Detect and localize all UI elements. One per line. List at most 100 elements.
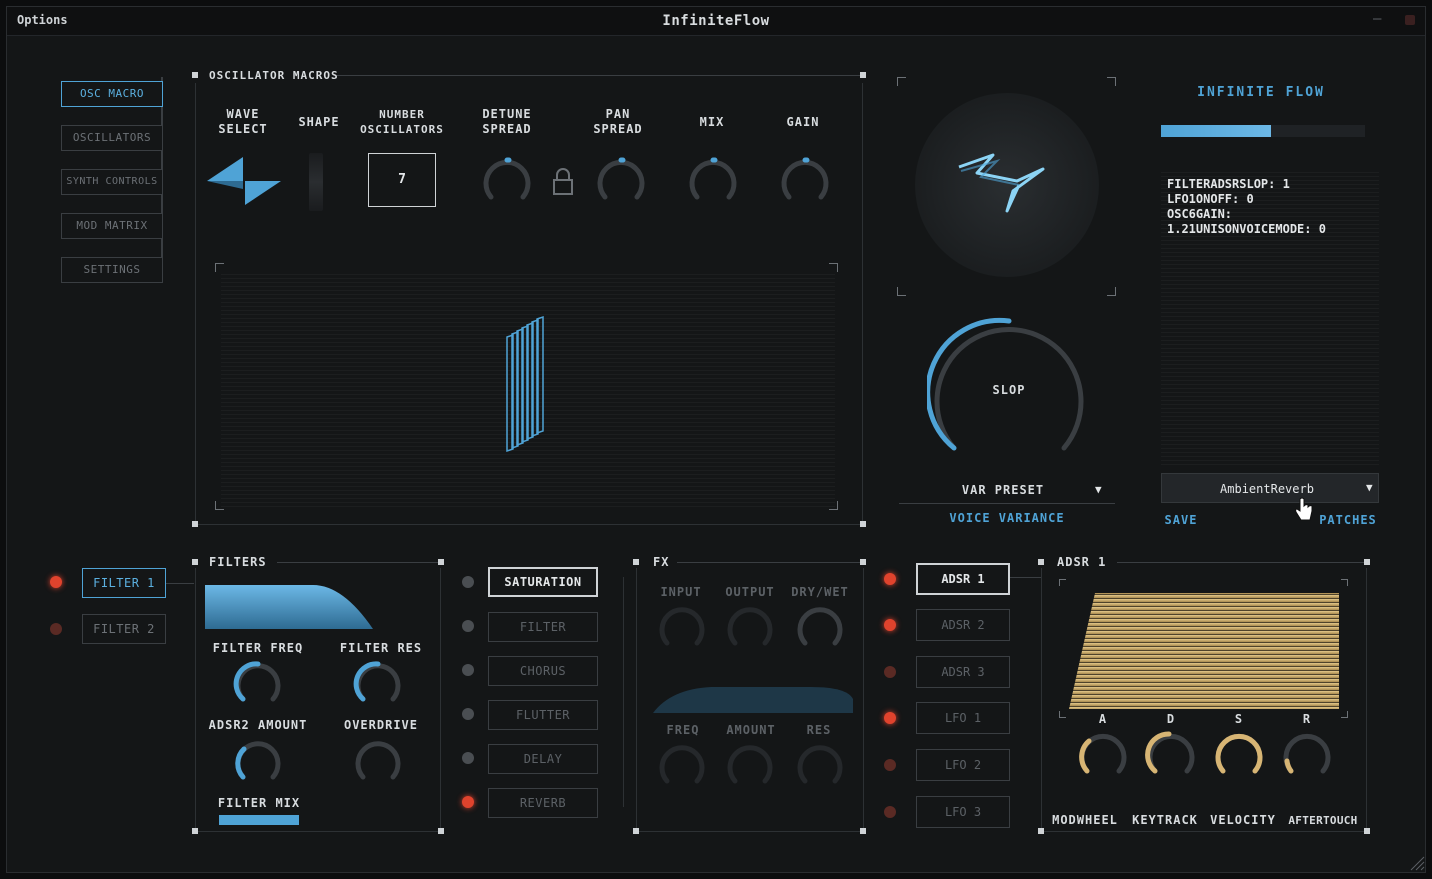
adsr1-led[interactable] bbox=[884, 573, 896, 585]
pan-spread-knob[interactable] bbox=[595, 155, 647, 207]
number-oscillators-box[interactable]: 7 bbox=[368, 153, 436, 207]
attack-knob[interactable] bbox=[1077, 729, 1129, 781]
keytrack-label[interactable]: KEYTRACK bbox=[1129, 813, 1201, 828]
filter1-tab[interactable]: FILTER 1 bbox=[82, 568, 166, 598]
fx-freq-label: FREQ bbox=[666, 723, 700, 737]
mix-knob[interactable] bbox=[687, 155, 739, 207]
adsr-tab-lfo3[interactable]: LFO 3 bbox=[916, 796, 1010, 828]
fx-tab-delay[interactable]: DELAY bbox=[488, 744, 598, 774]
fx-tab-saturation[interactable]: SATURATION bbox=[488, 567, 598, 597]
wave-select-icon[interactable] bbox=[205, 155, 285, 207]
chorus-led[interactable] bbox=[462, 664, 474, 676]
chevron-down-icon: ▼ bbox=[1366, 481, 1373, 494]
adsr3-led[interactable] bbox=[884, 666, 896, 678]
filter-mix-slider[interactable] bbox=[219, 815, 299, 825]
fx-res-label: RES bbox=[806, 723, 832, 737]
pan-spread-label: PAN SPREAD bbox=[593, 107, 643, 136]
release-knob[interactable] bbox=[1281, 729, 1333, 781]
nav-oscillators[interactable]: OSCILLATORS bbox=[61, 125, 163, 151]
save-button[interactable]: SAVE bbox=[1161, 513, 1201, 528]
fx-freq-knob[interactable] bbox=[657, 741, 707, 791]
filter-res-knob[interactable] bbox=[353, 659, 403, 709]
minimize-icon[interactable]: — bbox=[1373, 11, 1381, 27]
slop-label: SLOP bbox=[992, 383, 1026, 397]
fx-output-knob[interactable] bbox=[725, 603, 775, 653]
lock-icon[interactable] bbox=[551, 167, 575, 197]
adsr-tab-lfo2[interactable]: LFO 2 bbox=[916, 749, 1010, 781]
decay-knob[interactable] bbox=[1145, 729, 1197, 781]
adsr-tab-adsr3[interactable]: ADSR 3 bbox=[916, 656, 1010, 688]
lfo1-led[interactable] bbox=[884, 712, 896, 724]
gain-knob[interactable] bbox=[779, 155, 831, 207]
adsr-s-label: S bbox=[1234, 712, 1244, 726]
adsr-envelope-graphic bbox=[1069, 593, 1339, 709]
var-preset-dropdown[interactable]: VAR PRESET ▼ bbox=[899, 477, 1115, 504]
cursor-icon bbox=[1295, 497, 1313, 521]
sustain-knob[interactable] bbox=[1213, 729, 1265, 781]
adsr2-led[interactable] bbox=[884, 619, 896, 631]
adsr-title: ADSR 1 bbox=[1057, 555, 1107, 569]
fx-tab-flutter[interactable]: FLUTTER bbox=[488, 700, 598, 730]
oscillator-stack-graphic bbox=[506, 315, 544, 453]
reverb-led[interactable] bbox=[462, 796, 474, 808]
fx-title: FX bbox=[653, 555, 670, 569]
fx-drywet-knob[interactable] bbox=[795, 603, 845, 653]
title-bar: Options InfiniteFlow — bbox=[7, 7, 1425, 36]
detune-spread-knob[interactable] bbox=[481, 155, 533, 207]
filter1-led[interactable] bbox=[50, 576, 62, 588]
wave-select-label: WAVE SELECT bbox=[218, 107, 268, 136]
fx-input-knob[interactable] bbox=[657, 603, 707, 653]
fx-res-knob[interactable] bbox=[795, 741, 845, 791]
lfo3-led[interactable] bbox=[884, 806, 896, 818]
nav-mod-matrix[interactable]: MOD MATRIX bbox=[61, 213, 163, 239]
aftertouch-label[interactable]: AFTERTOUCH bbox=[1287, 813, 1359, 828]
nav-settings[interactable]: SETTINGS bbox=[61, 257, 163, 283]
shape-slider[interactable] bbox=[309, 153, 323, 211]
adsr-d-label: D bbox=[1166, 712, 1176, 726]
velocity-label[interactable]: VELOCITY bbox=[1207, 813, 1279, 828]
filter2-led[interactable] bbox=[50, 623, 62, 635]
adsr-r-label: R bbox=[1302, 712, 1312, 726]
filter2-tab[interactable]: FILTER 2 bbox=[82, 614, 166, 644]
overdrive-label: OVERDRIVE bbox=[343, 718, 419, 732]
number-oscillators-label: NUMBER OSCILLATORS bbox=[360, 108, 444, 136]
window-title: InfiniteFlow bbox=[662, 13, 770, 29]
fx-tab-filter[interactable]: FILTER bbox=[488, 612, 598, 642]
chevron-down-icon: ▼ bbox=[1095, 483, 1102, 496]
patch-dropdown[interactable]: AmbientReverb ▼ bbox=[1161, 473, 1379, 503]
filter-curve-graphic bbox=[205, 585, 433, 629]
voice-variance-label: VOICE VARIANCE bbox=[949, 511, 1065, 525]
detune-spread-label: DETUNE SPREAD bbox=[482, 107, 532, 136]
delay-led[interactable] bbox=[462, 752, 474, 764]
adsr-tab-lfo1[interactable]: LFO 1 bbox=[916, 702, 1010, 734]
nav-osc-macro[interactable]: OSC MACRO bbox=[61, 81, 163, 107]
patches-button[interactable]: PATCHES bbox=[1315, 513, 1381, 528]
lfo2-led[interactable] bbox=[884, 759, 896, 771]
flow-visualizer-graphic bbox=[958, 153, 1045, 213]
filter-res-label: FILTER RES bbox=[339, 641, 423, 655]
shape-label: SHAPE bbox=[298, 115, 340, 129]
fx-tab-reverb[interactable]: REVERB bbox=[488, 788, 598, 818]
fx-amount-label: AMOUNT bbox=[726, 723, 776, 737]
filter-fx-led[interactable] bbox=[462, 620, 474, 632]
info-text: FILTERADSRSLOP: 1 LFO1ONOFF: 0 OSC6GAIN:… bbox=[1167, 177, 1326, 236]
resize-grip-icon[interactable] bbox=[1407, 853, 1425, 871]
level-meter bbox=[1161, 125, 1365, 137]
nav-synth-controls[interactable]: SYNTH CONTROLS bbox=[61, 169, 163, 195]
saturation-led[interactable] bbox=[462, 576, 474, 588]
osc-macros-title: OSCILLATOR MACROS bbox=[209, 69, 339, 82]
close-icon[interactable] bbox=[1405, 15, 1415, 25]
filters-title: FILTERS bbox=[209, 555, 267, 569]
fx-output-label: OUTPUT bbox=[725, 585, 775, 599]
flutter-led[interactable] bbox=[462, 708, 474, 720]
fx-amount-knob[interactable] bbox=[725, 741, 775, 791]
filter-freq-knob[interactable] bbox=[233, 659, 283, 709]
plugin-window: Options InfiniteFlow — OSC MACRO OSCILLA… bbox=[6, 6, 1426, 873]
overdrive-knob[interactable] bbox=[353, 737, 403, 787]
fx-tab-chorus[interactable]: CHORUS bbox=[488, 656, 598, 686]
adsr-tab-adsr2[interactable]: ADSR 2 bbox=[916, 609, 1010, 641]
modwheel-label[interactable]: MODWHEEL bbox=[1049, 813, 1121, 828]
filter-mix-label: FILTER MIX bbox=[217, 796, 301, 810]
adsr2-amount-knob[interactable] bbox=[233, 737, 283, 787]
adsr-tab-adsr1[interactable]: ADSR 1 bbox=[916, 563, 1010, 595]
